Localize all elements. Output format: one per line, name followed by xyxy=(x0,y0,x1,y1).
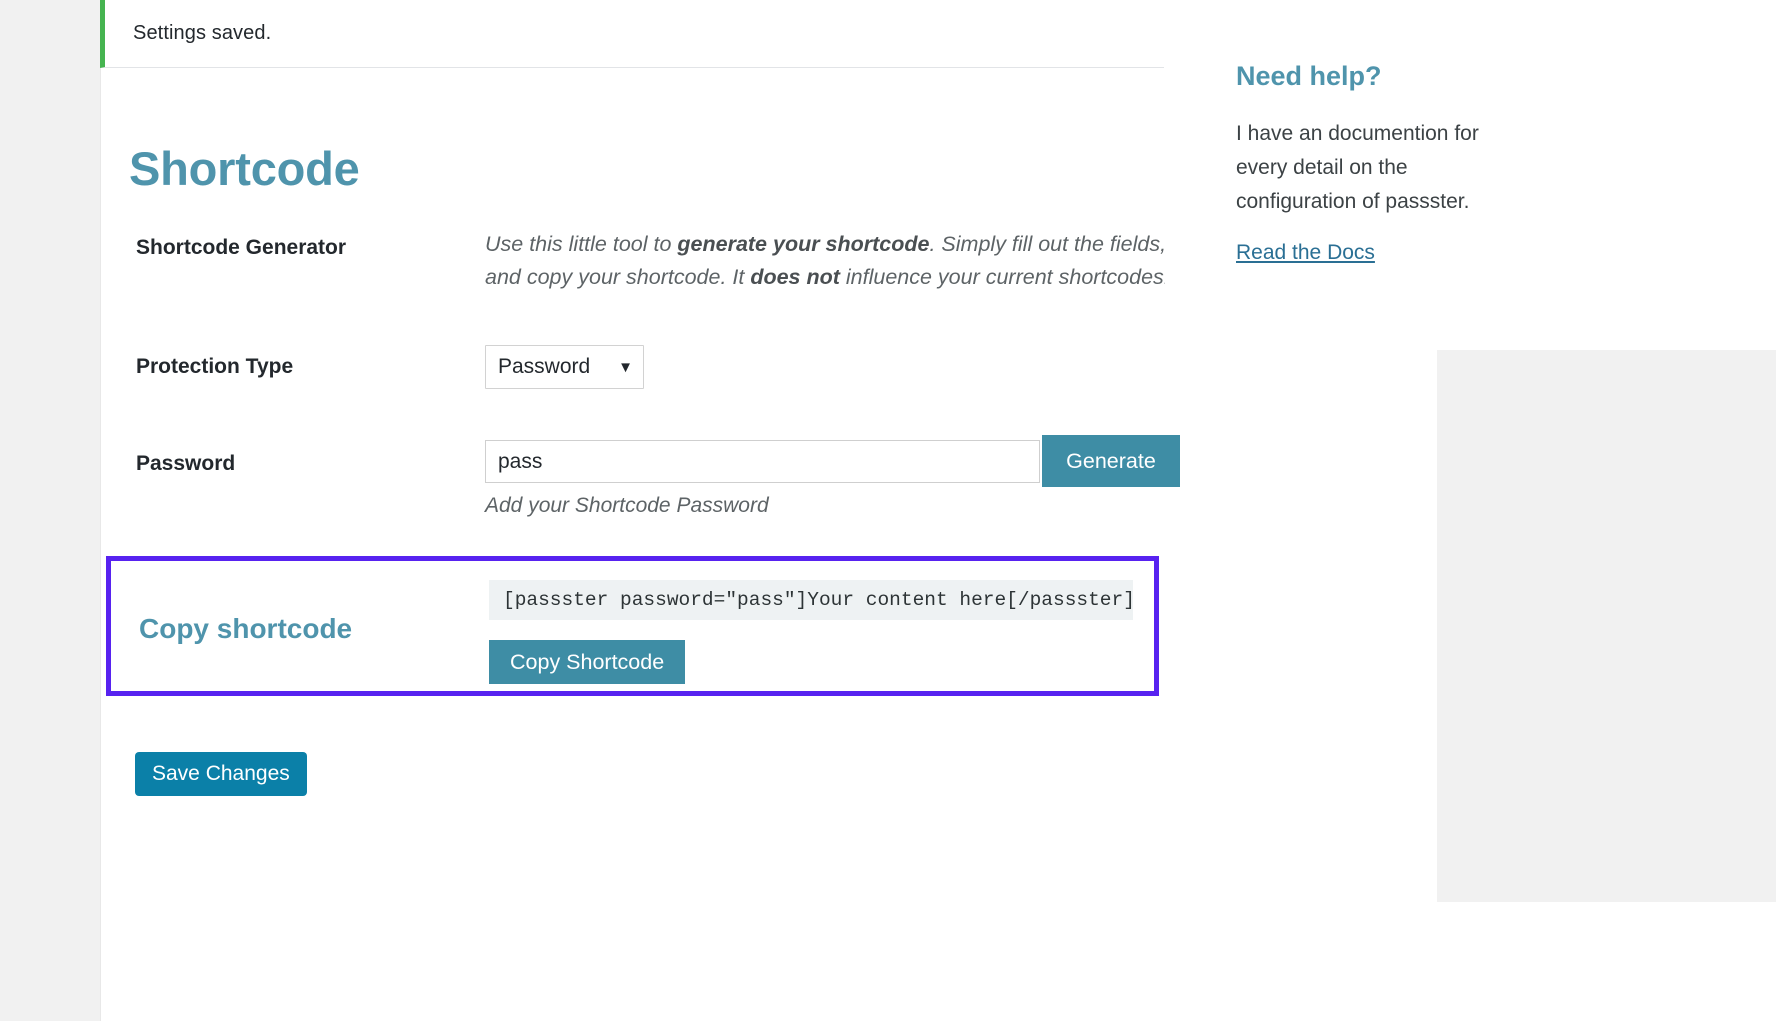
protection-type-value: Password xyxy=(498,355,591,378)
copy-shortcode-section: Copy shortcode [passster password="pass"… xyxy=(106,556,1159,696)
desc-strong-2: does not xyxy=(750,264,840,289)
protection-type-select[interactable]: Password ▼ xyxy=(485,345,644,389)
main-content-wrap: Settings saved. Shortcode Shortcode Gene… xyxy=(100,0,1776,1021)
password-help-text: Add your Shortcode Password xyxy=(485,494,769,517)
password-input[interactable] xyxy=(485,440,1040,483)
desc-strong-1: generate your shortcode xyxy=(677,232,930,256)
shortcode-generator-description: Use this little tool to generate your sh… xyxy=(485,228,1165,293)
generate-password-button[interactable]: Generate Password xyxy=(1042,435,1180,525)
notice-text: Settings saved. xyxy=(133,22,272,44)
help-sidebar-title: Need help? xyxy=(1236,61,1382,91)
protection-type-label: Protection Type xyxy=(136,355,294,378)
settings-saved-notice: Settings saved. xyxy=(100,0,1164,68)
chevron-down-icon: ▼ xyxy=(618,358,633,376)
copy-shortcode-label: Copy shortcode xyxy=(139,613,353,644)
shortcode-output-text[interactable]: [passster password="pass"]Your content h… xyxy=(489,580,1133,620)
password-label: Password xyxy=(136,452,236,475)
desc-text-1: Use this little tool to xyxy=(485,232,678,256)
read-the-docs-link[interactable]: Read the Docs xyxy=(1236,241,1375,265)
help-sidebar: Need help? I have an documention for eve… xyxy=(1236,60,1536,265)
shortcode-generator-description-clip: Use this little tool to generate your sh… xyxy=(485,228,1165,308)
shortcode-generator-label: Shortcode Generator xyxy=(136,236,347,259)
help-sidebar-body: I have an documention for every detail o… xyxy=(1236,122,1479,214)
desc-text-3: influence your current shortcodes. xyxy=(839,264,1165,289)
admin-sidebar-rail xyxy=(0,0,101,1021)
save-changes-button[interactable]: Save Changes xyxy=(135,752,307,796)
copy-shortcode-button[interactable]: Copy Shortcode xyxy=(489,640,686,684)
page-title: Shortcode xyxy=(129,142,360,196)
